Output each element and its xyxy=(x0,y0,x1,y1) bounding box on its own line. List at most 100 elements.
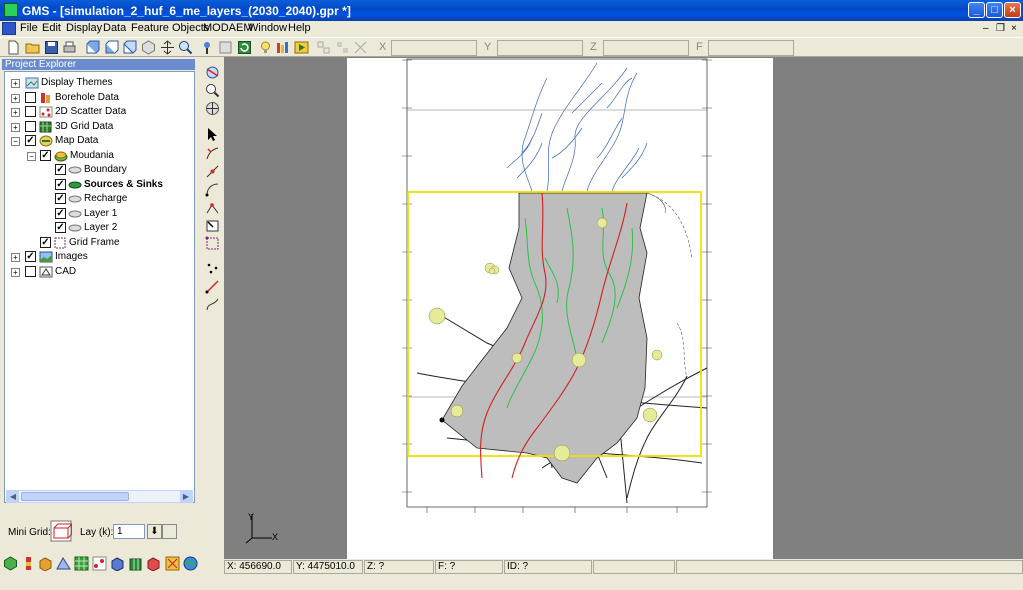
layer-icon xyxy=(68,210,82,218)
layer-down-button[interactable]: ⬇ xyxy=(147,524,162,539)
y-coord-field[interactable] xyxy=(497,40,583,56)
visibility-checkbox[interactable]: ✓ xyxy=(55,208,66,219)
menu-help[interactable]: Help xyxy=(288,22,311,34)
layer-up-button[interactable] xyxy=(162,524,177,539)
tool-palette xyxy=(201,57,223,557)
select-vertex-icon[interactable] xyxy=(205,200,220,215)
mdi-close-button[interactable]: × xyxy=(1011,23,1017,34)
f-value-field[interactable] xyxy=(708,40,794,56)
menu-file[interactable]: File xyxy=(20,22,38,34)
select-arrow-icon[interactable] xyxy=(205,127,220,142)
project-tree[interactable]: + Display Themes + Borehole Data + 2D Sc… xyxy=(4,71,195,503)
visibility-checkbox[interactable]: ✓ xyxy=(40,237,51,248)
select-arc-icon[interactable] xyxy=(205,146,220,161)
visibility-checkbox[interactable] xyxy=(25,266,36,277)
status-field-7 xyxy=(676,560,1023,574)
map-paper[interactable] xyxy=(347,58,773,559)
create-point-icon[interactable] xyxy=(205,164,220,179)
visibility-checkbox[interactable]: ✓ xyxy=(55,164,66,175)
menu-modaem[interactable]: MODAEM xyxy=(203,22,253,34)
scroll-left-icon[interactable]: ◀ xyxy=(7,491,19,502)
view-front-icon[interactable] xyxy=(85,40,100,55)
save-icon[interactable] xyxy=(44,40,59,55)
create-arc-icon[interactable] xyxy=(205,182,220,197)
visibility-checkbox[interactable]: ✓ xyxy=(25,251,36,262)
graphics-window[interactable]: Y X xyxy=(224,57,1023,559)
expand-toggle[interactable]: + xyxy=(11,253,20,262)
title-bar[interactable]: GMS - [simulation_2_huf_6_me_layers_(203… xyxy=(0,0,1023,21)
select-polygon-icon[interactable] xyxy=(205,218,220,233)
mdi-minimize-button[interactable]: – xyxy=(983,23,989,34)
light-icon[interactable] xyxy=(258,40,273,55)
solid-module-icon[interactable] xyxy=(38,556,53,571)
document-icon[interactable] xyxy=(2,22,16,35)
scatter-module-icon[interactable] xyxy=(92,556,107,571)
menu-window[interactable]: Window xyxy=(248,22,287,34)
mdi-restore-button[interactable]: ❐ xyxy=(996,23,1005,34)
visibility-checkbox[interactable] xyxy=(25,106,36,117)
pan-tool-icon[interactable] xyxy=(205,101,220,116)
expand-toggle[interactable]: + xyxy=(11,268,20,277)
open-folder-icon[interactable] xyxy=(25,40,40,55)
close-button[interactable]: × xyxy=(1004,2,1021,18)
visibility-checkbox[interactable]: ✓ xyxy=(40,150,51,161)
expand-toggle[interactable]: + xyxy=(11,94,20,103)
scatter-points-icon[interactable] xyxy=(205,261,220,276)
visibility-checkbox[interactable] xyxy=(25,92,36,103)
contour-icon[interactable] xyxy=(276,40,291,55)
print-icon[interactable] xyxy=(62,40,77,55)
zoom-tool-icon[interactable] xyxy=(205,83,220,98)
menu-data[interactable]: Data xyxy=(103,22,126,34)
minimize-button[interactable]: _ xyxy=(968,2,985,18)
tree-item-label: 2D Scatter Data xyxy=(55,106,127,117)
refresh-icon[interactable] xyxy=(237,40,252,55)
map-module-icon[interactable] xyxy=(165,556,180,571)
oblique-view-icon[interactable] xyxy=(141,40,156,55)
gis-module-icon[interactable] xyxy=(183,556,198,571)
zoom-icon[interactable] xyxy=(178,40,193,55)
disabled-tool-3-icon xyxy=(354,41,367,54)
mesh-module-icon[interactable] xyxy=(3,556,18,571)
menu-display[interactable]: Display xyxy=(66,22,102,34)
grid3d-module-icon[interactable] xyxy=(128,556,143,571)
tool-a-icon[interactable] xyxy=(200,40,215,55)
tree-item-label: Map Data xyxy=(55,135,99,146)
scrollbar-thumb[interactable] xyxy=(21,492,129,501)
expand-toggle[interactable]: + xyxy=(11,79,20,88)
collapse-toggle[interactable]: − xyxy=(27,152,36,161)
mini-grid-icon[interactable] xyxy=(50,520,72,542)
line-tool-icon[interactable] xyxy=(205,279,220,294)
curve-tool-icon[interactable] xyxy=(205,297,220,312)
tool-b-icon[interactable] xyxy=(218,40,233,55)
visibility-checkbox[interactable]: ✓ xyxy=(55,222,66,233)
maximize-button[interactable]: □ xyxy=(986,2,1003,18)
tree-horizontal-scrollbar[interactable]: ◀ ▶ xyxy=(6,490,193,503)
borehole-module-icon[interactable] xyxy=(21,556,36,571)
view-side-icon[interactable] xyxy=(104,40,119,55)
visibility-checkbox[interactable]: ✓ xyxy=(25,135,36,146)
menu-feature-objects[interactable]: Feature Objects xyxy=(131,22,209,34)
map-canvas[interactable] xyxy=(347,58,773,559)
visibility-checkbox[interactable]: ✓ xyxy=(55,193,66,204)
visibility-checkbox[interactable]: ✓ xyxy=(55,179,66,190)
grid2d-module-icon[interactable] xyxy=(74,556,89,571)
x-coord-field[interactable] xyxy=(391,40,477,56)
frame-icon[interactable] xyxy=(160,40,175,55)
collapse-toggle[interactable]: − xyxy=(11,137,20,146)
new-file-icon[interactable] xyxy=(6,40,21,55)
scroll-right-icon[interactable]: ▶ xyxy=(180,491,192,502)
tin-module-icon[interactable] xyxy=(56,556,71,571)
expand-toggle[interactable]: + xyxy=(11,123,20,132)
view-top-icon[interactable] xyxy=(122,40,137,55)
layer-k-input[interactable]: 1 xyxy=(113,524,145,539)
menu-edit[interactable]: Edit xyxy=(42,22,61,34)
rotate-tool-icon[interactable] xyxy=(205,65,220,80)
visibility-checkbox[interactable] xyxy=(25,121,36,132)
mesh3d-module-icon[interactable] xyxy=(110,556,125,571)
animation-icon[interactable] xyxy=(294,40,309,55)
z-coord-field[interactable] xyxy=(603,40,689,56)
expand-toggle[interactable]: + xyxy=(11,108,20,117)
mini-grid-panel: Mini Grid: Lay (k): 1 ⬇ xyxy=(0,517,200,549)
cube-module-icon[interactable] xyxy=(146,556,161,571)
grid-frame-tool-icon[interactable] xyxy=(205,236,220,251)
